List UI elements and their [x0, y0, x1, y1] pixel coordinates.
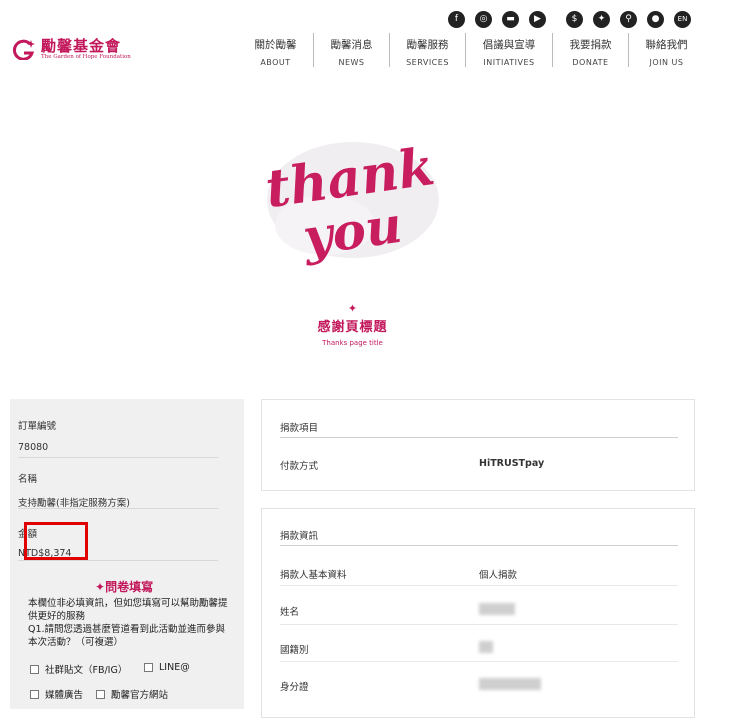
nav-label-cn: 關於勵馨	[254, 39, 297, 51]
card-title: 捐款項目	[280, 423, 319, 434]
payment-method-value: HiTRUSTpay	[479, 458, 545, 469]
logo-chinese-name: 勵馨基金會	[41, 37, 122, 55]
survey-title: 問卷填寫	[105, 580, 154, 594]
nav-services[interactable]: 勵馨服務 SERVICES	[389, 33, 465, 67]
checkbox[interactable]	[30, 664, 39, 674]
donation-item-card: 捐款項目 付款方式 HiTRUSTpay	[261, 399, 695, 491]
thank-you-illustration: thank you	[262, 136, 439, 267]
donation-name-field: 名稱 支持勵馨(非指定服務方案)	[18, 471, 218, 509]
nav-label-cn: 倡議與宣導	[482, 39, 536, 51]
checkbox[interactable]	[96, 689, 105, 699]
donation-name-value: 支持勵馨(非指定服務方案)	[18, 498, 130, 509]
nav-label-cn: 聯絡我們	[645, 39, 688, 51]
divider	[18, 560, 218, 561]
donor-name-label: 姓名	[280, 607, 300, 618]
nav-donate[interactable]: 我要捐款 DONATE	[552, 33, 628, 67]
checkbox[interactable]	[144, 663, 153, 672]
redacted-name	[479, 603, 515, 615]
redacted-id-number	[479, 678, 541, 690]
main-nav: 關於勵馨 ABOUT 勵馨消息 NEWS 勵馨服務 SERVICES 倡議與宣導…	[238, 33, 704, 67]
thank-you-text-line2: you	[298, 195, 405, 267]
survey-option-line[interactable]: LINE@	[144, 662, 190, 673]
user-icon[interactable]: ●	[647, 11, 664, 28]
nav-news[interactable]: 勵馨消息 NEWS	[313, 33, 389, 67]
payment-method-label: 付款方式	[280, 461, 319, 472]
order-number-label: 訂單編號	[18, 421, 57, 432]
nav-about[interactable]: 關於勵馨 ABOUT	[238, 33, 313, 67]
page-title-block: ✦ 感謝頁標題 Thanks page title	[280, 303, 425, 347]
search-icon[interactable]: ⚲	[620, 11, 637, 28]
sparkle-icon: ✦	[95, 580, 106, 594]
header-icon-bar: f ◎ ▬ ▶ $ ✦ ⚲ ● EN	[448, 11, 701, 28]
language-switch[interactable]: EN	[674, 11, 691, 28]
option-label: 社群貼文（FB/IG）	[45, 665, 128, 676]
order-number-value: 78080	[18, 442, 49, 453]
nav-label-cn: 勵馨服務	[406, 39, 449, 51]
facebook-icon[interactable]: f	[448, 11, 465, 28]
survey-note: 本欄位非必填資訊，但如您填寫可以幫助勵馨提供更好的服務	[28, 598, 228, 622]
redacted-nationality	[479, 641, 493, 653]
nav-label-en: INITIATIVES	[483, 58, 535, 67]
nav-label-cn: 我要捐款	[569, 39, 612, 51]
divider	[280, 437, 678, 438]
donor-info-card: 捐款資訊 捐款人基本資料 個人捐款 姓名 國籍別 身分證	[261, 508, 695, 718]
nav-initiatives[interactable]: 倡議與宣導 INITIATIVES	[465, 33, 552, 67]
nav-label-cn: 勵馨消息	[330, 39, 373, 51]
survey-option-website[interactable]: 勵馨官方網站	[96, 687, 168, 701]
survey-heading: ✦問卷填寫	[95, 578, 153, 595]
amount-highlight-box	[24, 522, 88, 560]
nav-label-en: DONATE	[572, 58, 609, 67]
card-title: 捐款資訊	[280, 531, 319, 542]
order-number-field: 訂單編號 78080	[18, 418, 218, 453]
option-label: LINE@	[159, 662, 190, 673]
divider	[18, 508, 218, 509]
sparkle-icon: ✦	[347, 302, 358, 315]
page-title: 感謝頁標題	[317, 320, 388, 335]
donate-icon[interactable]: $	[566, 11, 583, 28]
divider	[280, 661, 678, 662]
candle-icon[interactable]: ✦	[593, 11, 610, 28]
divider	[18, 457, 218, 458]
page-subtitle: Thanks page title	[322, 339, 383, 347]
checkbox[interactable]	[30, 689, 39, 699]
divider	[280, 545, 678, 546]
nav-join-us[interactable]: 聯絡我們 JOIN US	[628, 33, 704, 67]
instagram-icon[interactable]: ◎	[475, 11, 492, 28]
divider	[280, 585, 678, 586]
nav-label-en: NEWS	[338, 58, 365, 67]
donor-basic-value: 個人捐款	[479, 570, 518, 581]
donation-name-label: 名稱	[18, 474, 38, 485]
nationality-label: 國籍別	[280, 645, 309, 656]
logo-mark-icon	[12, 39, 35, 60]
nav-label-en: ABOUT	[260, 58, 291, 67]
line-icon[interactable]: ▬	[502, 11, 519, 28]
id-number-label: 身分證	[280, 682, 309, 693]
divider	[280, 624, 678, 625]
option-label: 媒體廣告	[45, 690, 84, 701]
logo-english-name: The Garden of Hope Foundation	[41, 54, 131, 60]
donor-basic-label: 捐款人基本資料	[280, 570, 347, 581]
site-logo[interactable]: 勵馨基金會 The Garden of Hope Foundation	[10, 38, 131, 60]
nav-label-en: JOIN US	[649, 58, 684, 67]
survey-option-media[interactable]: 媒體廣告	[30, 687, 83, 701]
survey-question-1: Q1.請問您透過甚麼管道看到此活動並進而參與本次活動？（可複選）	[28, 624, 226, 648]
youtube-icon[interactable]: ▶	[529, 11, 546, 28]
survey-option-social[interactable]: 社群貼文（FB/IG）	[30, 662, 127, 676]
option-label: 勵馨官方網站	[111, 690, 169, 701]
nav-label-en: SERVICES	[406, 58, 449, 67]
